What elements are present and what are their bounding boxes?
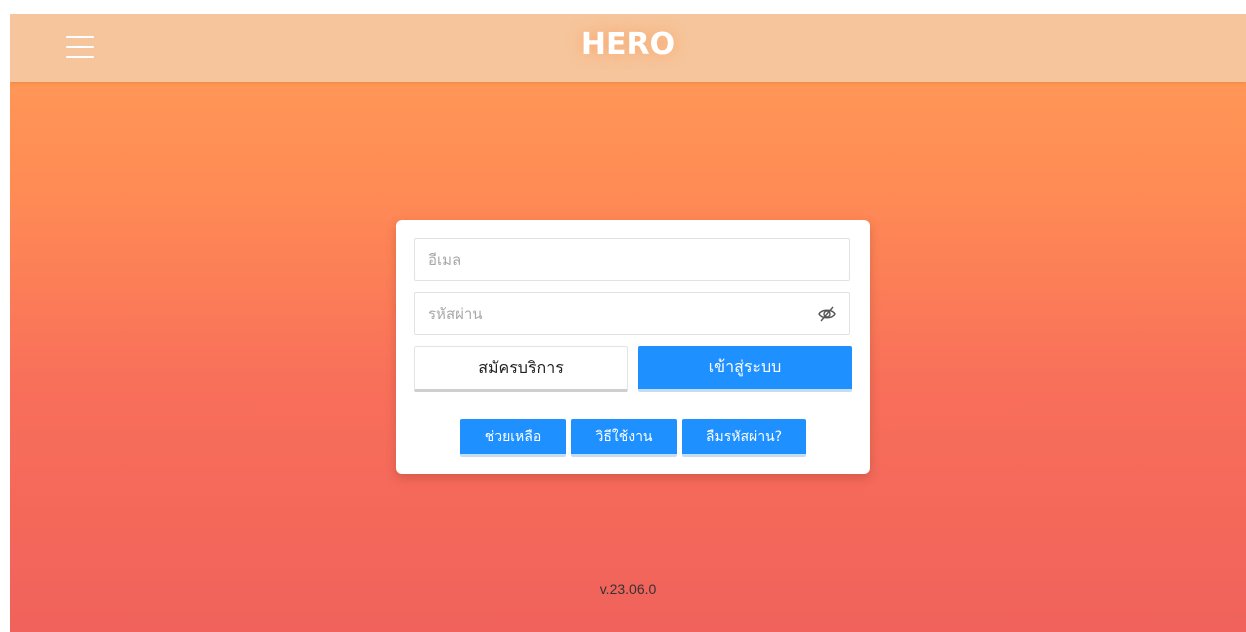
forgot-password-button-label: ลืมรหัสผ่าน? [705, 428, 783, 445]
help-button[interactable]: ช่วยเหลือ [460, 419, 566, 457]
eye-slash-icon[interactable] [817, 305, 837, 323]
help-links-row: ช่วยเหลือ วิธีใช้งาน ลืมรหัสผ่าน? [396, 419, 870, 457]
email-input[interactable] [428, 239, 808, 280]
help-button-label: ช่วยเหลือ [484, 428, 542, 445]
login-button[interactable]: เข้าสู่ระบบ [638, 346, 852, 392]
email-field-container [414, 238, 850, 281]
forgot-password-button[interactable]: ลืมรหัสผ่าน? [682, 419, 806, 457]
app-logo: HERO [580, 27, 676, 62]
register-button-label: สมัครบริการ [478, 357, 564, 377]
register-button[interactable]: สมัครบริการ [414, 346, 628, 392]
how-to-use-button[interactable]: วิธีใช้งาน [571, 419, 677, 457]
login-card: สมัครบริการ เข้าสู่ระบบ ช่วยเหลือ วิธีใช… [396, 220, 870, 474]
password-input[interactable] [428, 293, 808, 334]
login-button-label: เข้าสู่ระบบ [708, 357, 782, 376]
password-field-container [414, 292, 850, 335]
how-to-use-button-label: วิธีใช้งาน [595, 428, 653, 445]
top-bar: HERO [10, 14, 1246, 82]
app-background: HERO สมัครบริการ เข้าสู่ระบบ ช่วยเหลื [10, 14, 1246, 632]
version-label: v.23.06.0 [599, 581, 657, 597]
